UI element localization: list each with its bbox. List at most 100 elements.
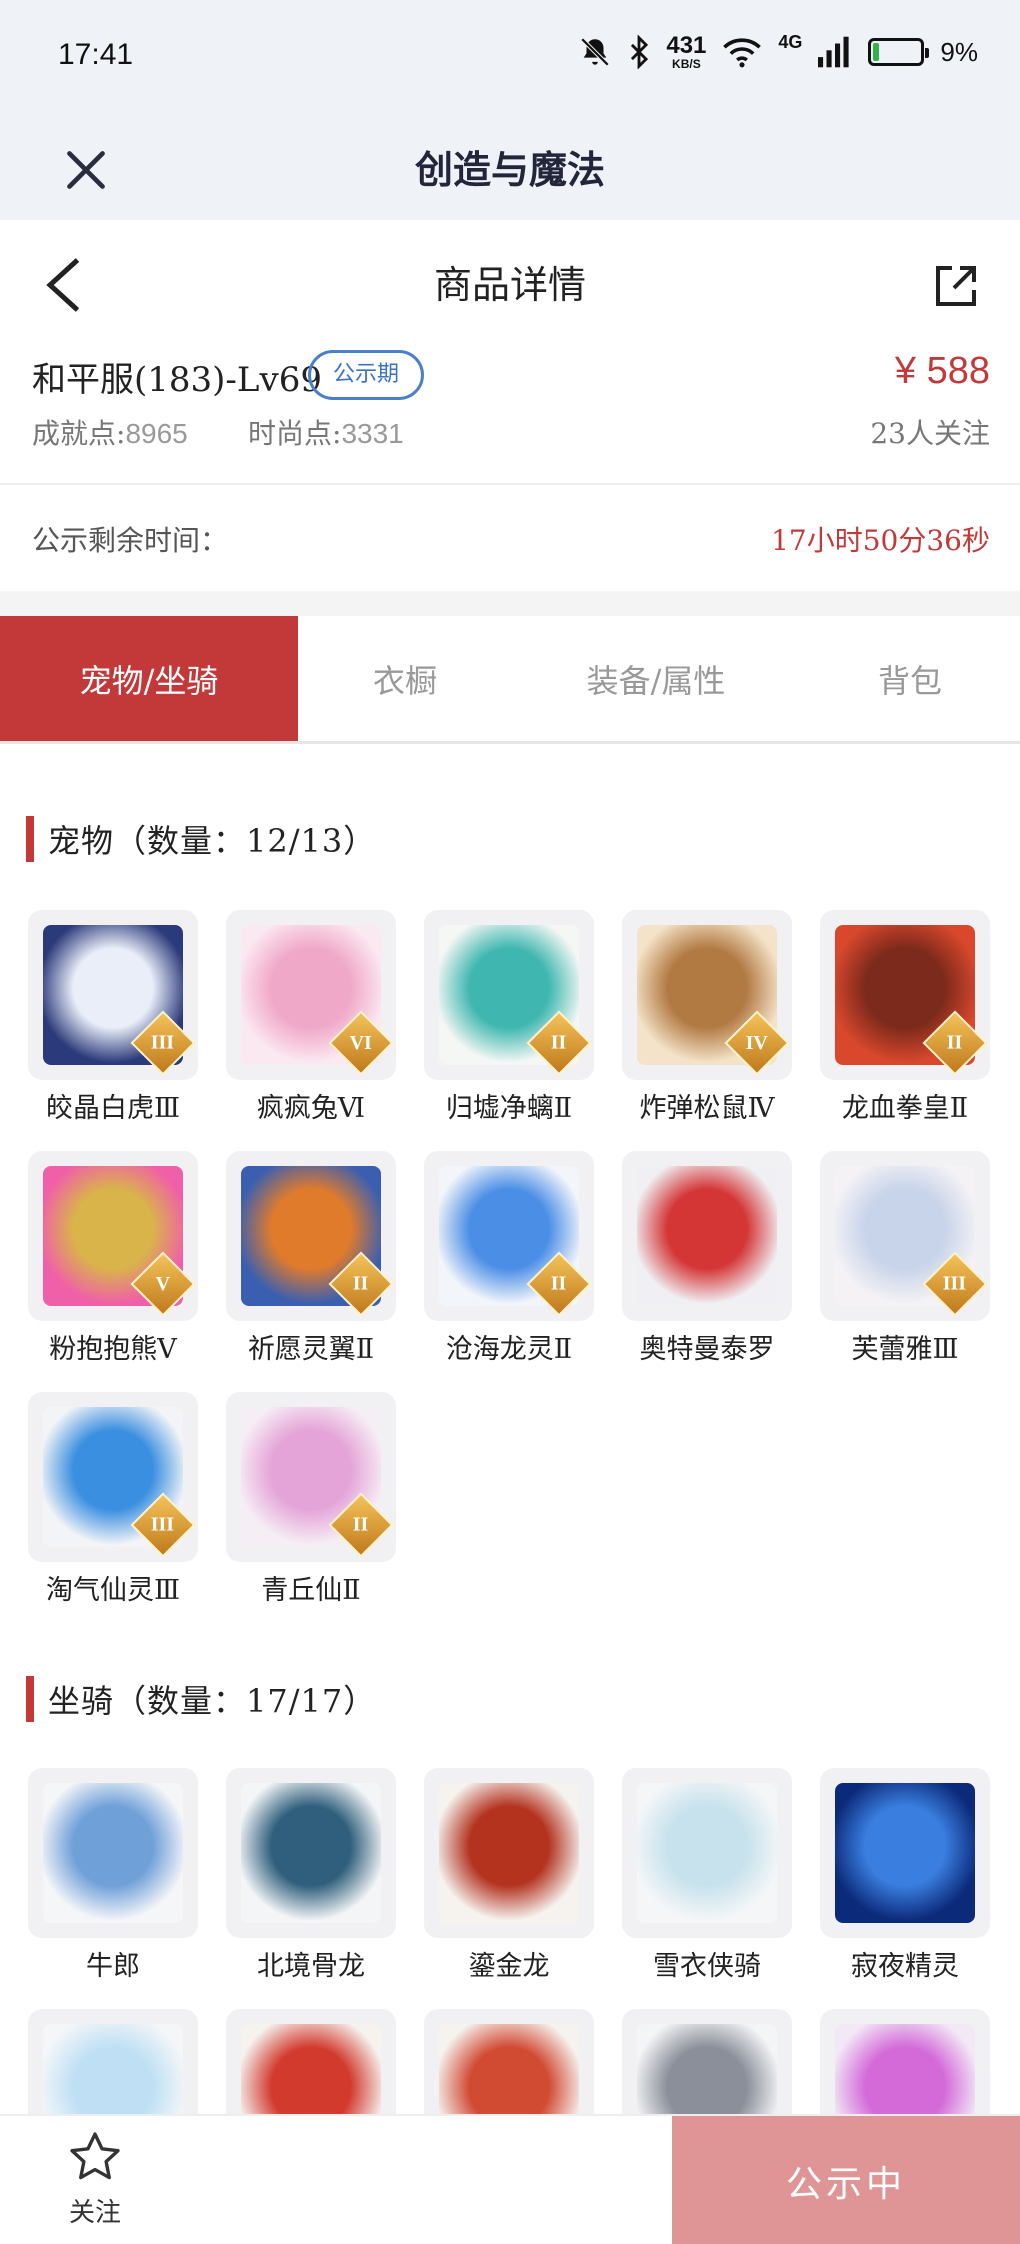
section-marker <box>26 1676 34 1722</box>
mounts-item[interactable]: 北境骨龙 <box>226 1768 396 2009</box>
character-name: 和平服(183)-Lv69 <box>32 360 322 400</box>
mounts-title: 坐骑（数量：17/17） <box>48 1682 377 1720</box>
pets-item[interactable]: V 粉抱抱熊Ⅴ <box>28 1151 198 1392</box>
item-name: 雪衣侠骑 <box>653 1951 761 1982</box>
status-badge: 公示期 <box>308 350 425 400</box>
bone-dragon-icon <box>241 1783 381 1923</box>
star-icon <box>70 2132 120 2180</box>
bottom-bar: 关注 公示中 <box>0 2114 1020 2244</box>
item-thumbnail <box>28 1768 198 1938</box>
mute-bell-icon <box>581 37 610 67</box>
white-horse-icon <box>637 1783 777 1923</box>
price: ¥ 588 <box>894 350 990 392</box>
pets-item[interactable]: III 淘气仙灵Ⅲ <box>28 1392 198 1633</box>
pets-item[interactable]: II 龙血拳皇Ⅱ <box>820 910 990 1151</box>
bluetooth-icon <box>631 35 649 69</box>
item-name: 芙蕾雅Ⅲ <box>851 1334 959 1365</box>
item-thumbnail <box>424 1768 594 1938</box>
item-thumbnail: IV <box>622 910 792 1080</box>
pets-item[interactable]: II 归墟净螭Ⅱ <box>424 910 594 1151</box>
item-thumbnail: III <box>820 1151 990 1321</box>
pets-header: 宠物（数量：12/13） <box>26 816 376 862</box>
pets-item[interactable]: 奥特曼泰罗 <box>622 1151 792 1392</box>
tab-wardrobe[interactable]: 衣橱 <box>298 616 512 741</box>
item-thumbnail: VI <box>226 910 396 1080</box>
item-thumbnail <box>820 1768 990 1938</box>
item-name: 祈愿灵翼Ⅱ <box>247 1334 375 1365</box>
item-name: 沧海龙灵Ⅱ <box>445 1334 573 1365</box>
mounts-item[interactable]: 鎏金龙 <box>424 1768 594 2009</box>
net-speed: 431 KB/S <box>666 32 707 71</box>
countdown-value: 17小时50分36秒 <box>771 524 990 557</box>
countdown-row: 公示剩余时间： 17小时50分36秒 <box>0 485 1020 591</box>
item-name: 龙血拳皇Ⅱ <box>841 1093 969 1124</box>
item-name: 鎏金龙 <box>468 1951 550 1982</box>
share-icon <box>936 266 976 306</box>
share-button[interactable] <box>932 262 980 310</box>
item-thumbnail: II <box>820 910 990 1080</box>
gold-dragon-icon <box>439 1783 579 1923</box>
item-thumbnail: V <box>28 1151 198 1321</box>
app-title: 创造与魔法 <box>414 147 605 192</box>
item-thumbnail <box>622 1768 792 1938</box>
item-thumbnail <box>226 1768 396 1938</box>
pets-item[interactable]: III 皎晶白虎Ⅲ <box>28 910 198 1151</box>
item-thumbnail: III <box>28 1392 198 1562</box>
wifi-icon <box>723 38 762 68</box>
item-name: 北境骨龙 <box>257 1951 365 1982</box>
item-name: 寂夜精灵 <box>851 1951 959 1982</box>
page-title: 商品详情 <box>433 263 586 307</box>
item-thumbnail: II <box>424 910 594 1080</box>
pets-item[interactable]: II 青丘仙Ⅱ <box>226 1392 396 1633</box>
item-thumbnail: II <box>424 1151 594 1321</box>
pets-title: 宠物（数量：12/13） <box>48 822 377 860</box>
item-name: 炸弹松鼠Ⅳ <box>639 1093 775 1124</box>
item-thumbnail: II <box>226 1151 396 1321</box>
follow-label: 关注 <box>68 2198 121 2228</box>
mounts-item[interactable]: 雪衣侠骑 <box>622 1768 792 2009</box>
battery-icon <box>868 38 930 66</box>
pets-item[interactable]: II 祈愿灵翼Ⅱ <box>226 1151 396 1392</box>
mounts-item[interactable]: 寂夜精灵 <box>820 1768 990 2009</box>
product-info: 和平服(183)-Lv69 公示期 ¥ 588 成就点:8965 时尚点:333… <box>0 350 1020 484</box>
battery-percent: 9% <box>940 36 978 67</box>
countdown-label: 公示剩余时间： <box>32 524 229 557</box>
status-icons: 431 KB/S 4G 9% <box>578 30 978 74</box>
pets-item[interactable]: II 沧海龙灵Ⅱ <box>424 1151 594 1392</box>
item-name: 疯疯兔Ⅵ <box>256 1093 366 1124</box>
tab-backpack[interactable]: 背包 <box>800 616 1020 741</box>
pets-grid: III 皎晶白虎Ⅲ VI 疯疯兔Ⅵ II 归墟净螭Ⅱ IV 炸弹松鼠Ⅳ II 龙血拳皇Ⅱ V 粉抱抱熊… <box>28 910 990 1633</box>
follow-button[interactable]: 关注 <box>50 2128 140 2238</box>
status-time: 17:41 <box>58 38 134 71</box>
section-gap <box>0 591 1020 616</box>
network-type: 4G <box>778 32 803 52</box>
item-name: 青丘仙Ⅱ <box>261 1575 361 1606</box>
item-name: 牛郎 <box>86 1951 140 1982</box>
status-bar: 17:41 431 KB/S 4G 9% <box>0 0 1020 120</box>
item-thumbnail: III <box>28 910 198 1080</box>
tab-pets-mounts[interactable]: 宠物/坐骑 <box>0 616 298 741</box>
mounts-header: 坐骑（数量：17/17） <box>26 1676 376 1722</box>
public-status-button[interactable]: 公示中 <box>672 2116 1020 2244</box>
pets-item[interactable]: III 芙蕾雅Ⅲ <box>820 1151 990 1392</box>
achievement-points: 成就点:8965 <box>32 417 188 450</box>
ultraman-icon <box>637 1166 777 1306</box>
section-marker <box>26 816 34 862</box>
item-name: 归墟净螭Ⅱ <box>445 1093 573 1124</box>
night-spirit-icon <box>835 1783 975 1923</box>
item-name: 奥特曼泰罗 <box>639 1334 775 1365</box>
fashion-points: 时尚点:3331 <box>248 417 404 450</box>
item-name: 淘气仙灵Ⅲ <box>45 1575 181 1606</box>
pets-item[interactable]: VI 疯疯兔Ⅵ <box>226 910 396 1151</box>
app-bar: 创造与魔法 <box>0 120 1020 220</box>
pets-item[interactable]: IV 炸弹松鼠Ⅳ <box>622 910 792 1151</box>
tab-equipment[interactable]: 装备/属性 <box>512 616 800 741</box>
ox-icon <box>43 1783 183 1923</box>
follower-count: 23人关注 <box>870 417 990 450</box>
item-name: 粉抱抱熊Ⅴ <box>49 1334 177 1365</box>
signal-icon <box>818 36 850 68</box>
mounts-item[interactable]: 牛郎 <box>28 1768 198 2009</box>
item-thumbnail: II <box>226 1392 396 1562</box>
nav-bar: 商品详情 <box>0 220 1020 350</box>
item-name: 皎晶白虎Ⅲ <box>45 1093 181 1124</box>
